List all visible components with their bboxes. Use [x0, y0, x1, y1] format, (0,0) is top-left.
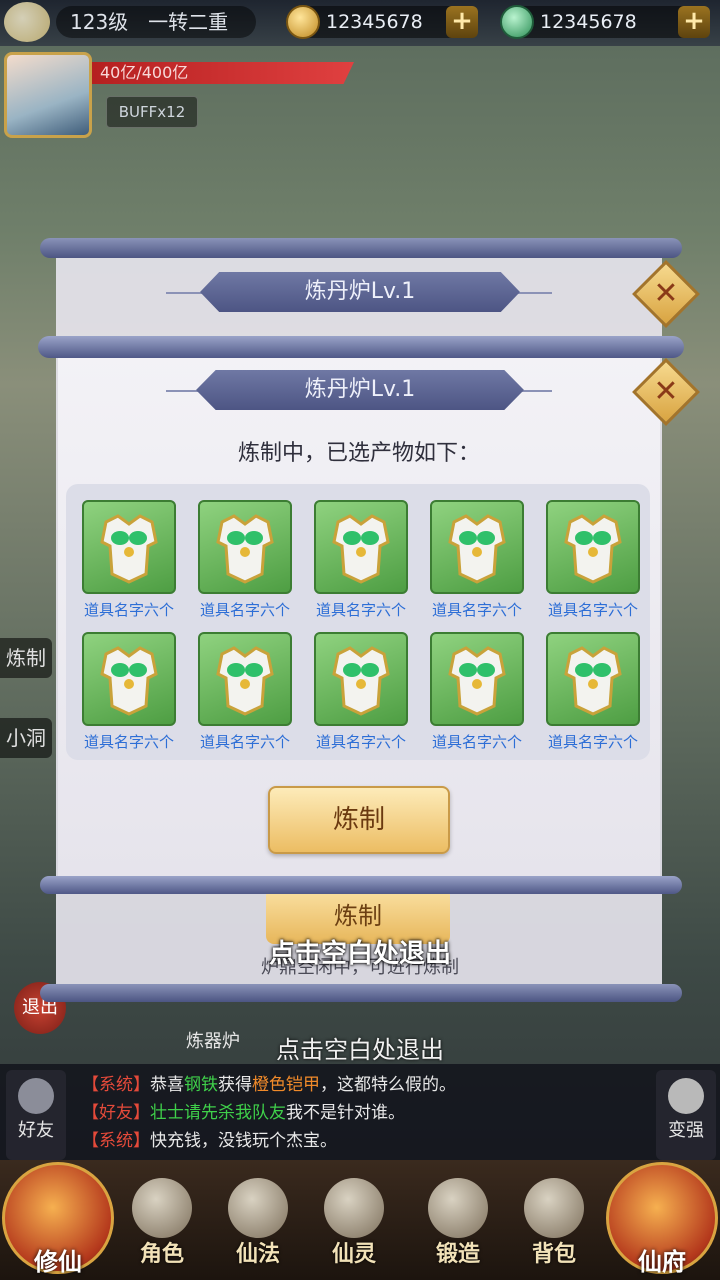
chat-line: 【系统】恭喜钢铁获得橙色铠甲，这都特么假的。 — [82, 1072, 456, 1098]
item-slot[interactable] — [198, 500, 292, 594]
chat-item-name[interactable]: 橙色铠甲 — [252, 1075, 320, 1095]
nav-forge-label: 锻造 — [435, 1242, 480, 1267]
item-slot[interactable] — [546, 632, 640, 726]
xiuxian-label: 修仙 — [34, 1248, 82, 1276]
item-slot[interactable] — [430, 632, 524, 726]
strengthen-label: 变强 — [668, 1120, 704, 1141]
item-name: 道具名字六个 — [431, 733, 522, 751]
item-name: 道具名字六个 — [315, 601, 406, 619]
chat-text: 我不是针对谁。 — [286, 1103, 405, 1123]
nav-bag[interactable]: 背包 — [510, 1174, 598, 1274]
back-scroll-rod-bottom — [40, 984, 682, 1002]
item-name: 道具名字六个 — [83, 733, 174, 751]
chat-line: 【系统】快充钱，没钱玩个杰宝。 — [82, 1128, 337, 1154]
chat-text: 获得 — [218, 1075, 252, 1095]
chat-line: 【好友】壮士请先杀我队友我不是针对谁。 — [82, 1100, 405, 1126]
armor-icon — [100, 514, 158, 584]
item-name: 道具名字六个 — [315, 733, 406, 751]
nav-role[interactable]: 角色 — [118, 1174, 206, 1274]
dialog-scroll-rod-bottom — [40, 876, 682, 894]
level-label: 123级 一转二重 — [56, 6, 256, 38]
xianfu-label: 仙府 — [638, 1248, 686, 1276]
side-tab-xiaodong[interactable]: 小洞 — [0, 718, 52, 758]
strengthen-button[interactable]: 变强 — [656, 1070, 716, 1160]
gold-coin-icon — [286, 5, 320, 39]
buff-badge[interactable]: BUFFx12 — [106, 96, 198, 128]
back-scroll-rod-top — [40, 238, 682, 258]
dialog-scroll-rod-top — [38, 336, 684, 358]
helmet-icon — [132, 1178, 192, 1238]
chat-tag: 【系统】 — [82, 1075, 150, 1095]
nav-role-label: 角色 — [139, 1242, 184, 1267]
nav-spirit[interactable]: 仙灵 — [310, 1174, 398, 1274]
item-name: 道具名字六个 — [547, 601, 638, 619]
chat-tag: 【好友】 — [82, 1103, 150, 1123]
anvil-icon — [428, 1178, 488, 1238]
nav-spell-label: 仙法 — [235, 1242, 280, 1267]
item-name: 道具名字六个 — [199, 733, 290, 751]
friends-icon — [18, 1078, 54, 1114]
avatar[interactable] — [4, 52, 92, 138]
nav-spell[interactable]: 仙法 — [214, 1174, 302, 1274]
armor-icon — [332, 514, 390, 584]
craft-button[interactable]: 炼制 — [268, 786, 450, 854]
item-name: 道具名字六个 — [199, 601, 290, 619]
item-slot[interactable] — [314, 632, 408, 726]
item-slot[interactable] — [430, 500, 524, 594]
jade-value: 12345678 — [540, 11, 637, 33]
chat-text: 快充钱，没钱玩个杰宝。 — [150, 1131, 337, 1151]
item-name: 道具名字六个 — [431, 601, 522, 619]
nav-forge[interactable]: 锻造 — [414, 1174, 502, 1274]
back-close-icon[interactable]: ✕ — [642, 270, 690, 318]
dialog-subtitle: 炼制中，已选产物如下： — [237, 441, 480, 466]
gold-value: 12345678 — [326, 11, 423, 33]
armor-icon — [216, 646, 274, 716]
chat-tag: 【系统】 — [82, 1131, 150, 1151]
gold-currency: 12345678 + — [286, 5, 478, 39]
armor-icon — [100, 646, 158, 716]
exit-tip: 点击空白处退出 — [268, 939, 451, 969]
armor-icon — [332, 646, 390, 716]
armor-icon — [564, 514, 622, 584]
menu-moon-icon[interactable] — [4, 2, 50, 42]
add-jade-button[interactable]: + — [678, 6, 710, 38]
item-slot[interactable] — [546, 500, 640, 594]
item-slot[interactable] — [198, 632, 292, 726]
chat-player-name[interactable]: 壮士请先杀我队友 — [150, 1103, 286, 1123]
armor-icon — [216, 514, 274, 584]
armor-icon — [564, 646, 622, 716]
fist-icon — [668, 1078, 704, 1114]
item-slot[interactable] — [314, 500, 408, 594]
item-name: 道具名字六个 — [547, 733, 638, 751]
chat-box[interactable]: 【系统】恭喜钢铁获得橙色铠甲，这都特么假的。 【好友】壮士请先杀我队友我不是针对… — [0, 1064, 720, 1168]
chat-text: ，这都特么假的。 — [320, 1075, 456, 1095]
side-tab-lianzhi[interactable]: 炼制 — [0, 638, 52, 678]
item-slot[interactable] — [82, 632, 176, 726]
hp-bar: 40亿/400亿 — [92, 62, 354, 84]
item-name: 道具名字六个 — [83, 601, 174, 619]
chat-player-name[interactable]: 钢铁 — [184, 1075, 218, 1095]
armor-icon — [448, 514, 506, 584]
friend-label: 好友 — [18, 1120, 54, 1141]
nav-spirit-label: 仙灵 — [331, 1242, 376, 1267]
bell-icon — [324, 1178, 384, 1238]
armor-icon — [448, 646, 506, 716]
close-icon[interactable]: ✕ — [642, 368, 690, 416]
back-panel-title: 炼丹炉Lv.1 — [200, 272, 520, 312]
dialog-title: 炼丹炉Lv.1 — [196, 370, 524, 410]
spell-icon — [228, 1178, 288, 1238]
friend-button[interactable]: 好友 — [6, 1070, 66, 1160]
item-grid: 道具名字六个 道具名字六个 道具名字六个 道具名字六个 道具名字六个 道具名字六… — [66, 484, 650, 760]
jade-currency: 12345678 + — [500, 5, 710, 39]
add-gold-button[interactable]: + — [446, 6, 478, 38]
jade-icon — [500, 5, 534, 39]
chat-text: 恭喜 — [150, 1075, 184, 1095]
item-slot[interactable] — [82, 500, 176, 594]
bag-icon — [524, 1178, 584, 1238]
nav-bag-label: 背包 — [531, 1242, 576, 1267]
